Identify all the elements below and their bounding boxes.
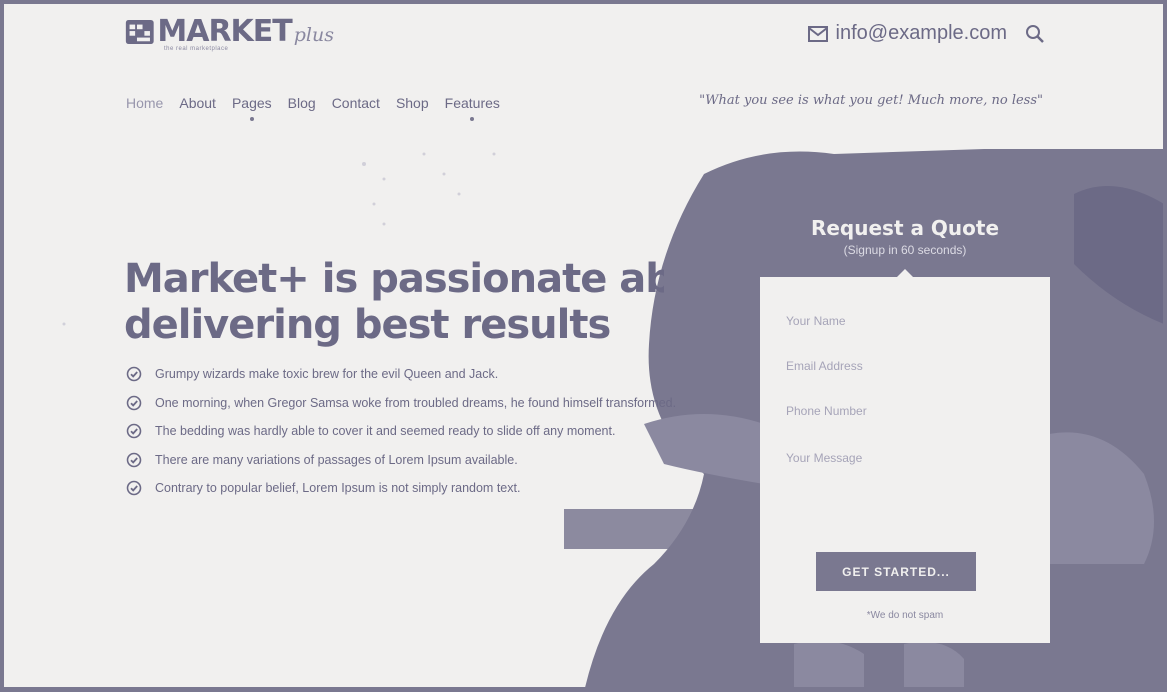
hero-headline-line2: delivering best results: [124, 302, 611, 348]
feature-item: Contrary to popular belief, Lorem Ipsum …: [126, 474, 676, 503]
mail-icon: [807, 25, 828, 42]
nav-item-features[interactable]: Features: [437, 93, 508, 121]
logo[interactable]: MARKET plus the real marketplace: [124, 16, 334, 52]
logo-tagline: the real marketplace: [164, 46, 229, 52]
nav-item-label: Features: [444, 95, 500, 111]
check-circle-icon: [126, 395, 142, 411]
header-tagline: "What you see is what you get! Much more…: [699, 93, 1043, 108]
check-circle-icon: [126, 423, 142, 439]
dropdown-indicator-icon: [249, 117, 254, 121]
nav-item-shop[interactable]: Shop: [388, 93, 437, 113]
nav-item-label: Blog: [287, 95, 316, 111]
header-contact: info@example.com: [807, 22, 1045, 45]
feature-text: There are many variations of passages of…: [155, 452, 518, 467]
nav-item-label: Shop: [395, 95, 429, 111]
nav-item-label: Pages: [231, 95, 272, 111]
logo-text: MARKET: [157, 14, 292, 49]
no-spam-note: *We do not spam: [866, 610, 944, 621]
main-nav: Home About Pages Blog Contact Shop Featu…: [124, 93, 508, 121]
nav-item-pages[interactable]: Pages: [224, 93, 280, 121]
message-field[interactable]: [786, 451, 1026, 521]
quote-form-title: Request a Quote: [810, 216, 1000, 240]
nav-item-label: Home: [126, 95, 164, 111]
feature-text: Grumpy wizards make toxic brew for the e…: [155, 367, 499, 382]
dropdown-indicator-icon: [470, 117, 475, 121]
check-circle-icon: [126, 452, 142, 468]
feature-item: One morning, when Gregor Samsa woke from…: [126, 389, 676, 418]
header-email-link[interactable]: info@example.com: [836, 22, 1007, 45]
feature-item: The bedding was hardly able to cover it …: [126, 417, 676, 446]
nav-item-blog[interactable]: Blog: [280, 93, 324, 113]
logo-mark-icon: [125, 19, 154, 45]
hero-headline: Market+ is passionate about delivering b…: [124, 256, 664, 348]
feature-item: Grumpy wizards make toxic brew for the e…: [126, 360, 676, 389]
check-circle-icon: [126, 366, 142, 382]
quote-form-notch: [896, 269, 914, 278]
nav-item-label: Contact: [331, 95, 380, 111]
check-circle-icon: [126, 480, 142, 496]
quote-form: GET STARTED... *We do not spam: [760, 269, 1050, 643]
name-field[interactable]: [786, 313, 1026, 329]
quote-form-subtitle: (Signup in 60 seconds): [843, 243, 967, 257]
feature-list: Grumpy wizards make toxic brew for the e…: [126, 360, 676, 503]
nav-item-home[interactable]: Home: [124, 93, 171, 113]
nav-item-about[interactable]: About: [171, 93, 224, 113]
get-started-button[interactable]: GET STARTED...: [816, 552, 976, 591]
email-field[interactable]: [786, 358, 1026, 374]
nav-item-label: About: [179, 95, 216, 111]
phone-field[interactable]: [786, 403, 1026, 419]
feature-text: Contrary to popular belief, Lorem Ipsum …: [155, 481, 521, 496]
feature-text: The bedding was hardly able to cover it …: [155, 424, 616, 439]
nav-item-contact[interactable]: Contact: [324, 93, 388, 113]
hero-headline-line1: Market+ is passionate about: [124, 256, 664, 302]
page-frame: MARKET plus the real marketplace info@ex…: [0, 0, 1167, 692]
feature-item: There are many variations of passages of…: [126, 446, 676, 475]
search-icon[interactable]: [1025, 24, 1045, 44]
feature-text: One morning, when Gregor Samsa woke from…: [155, 395, 677, 410]
logo-suffix: plus: [293, 24, 334, 46]
